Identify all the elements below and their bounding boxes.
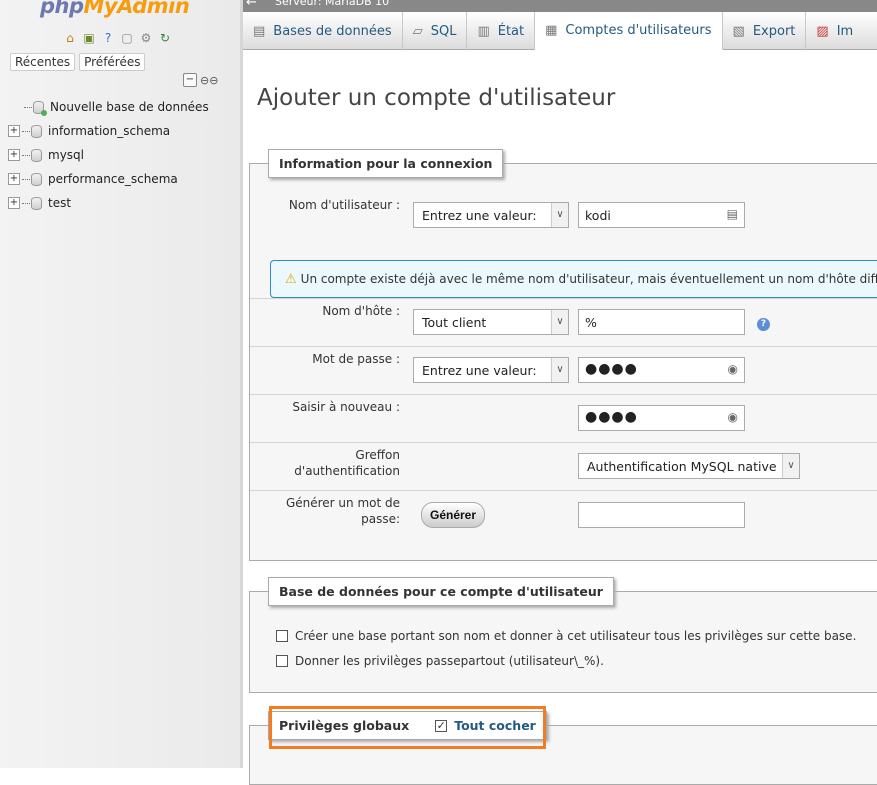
database-legend: Base de données pour ce compte d'utilisa… — [268, 577, 614, 606]
wildcard-privileges-checkbox[interactable] — [276, 655, 288, 667]
main-content: Ajouter un compte d'utilisateur Informat… — [243, 51, 877, 785]
username-exists-notice: ⚠ Un compte existe déjà avec le même nom … — [270, 260, 877, 298]
link-icon[interactable]: ⊖⊖ — [200, 74, 218, 87]
database-icon: ▤ — [253, 23, 266, 39]
login-information-fieldset: Information pour la connexion Nom d'util… — [249, 149, 877, 561]
database-icon — [31, 172, 42, 186]
host-mode-select[interactable]: Tout client ∨ — [413, 309, 569, 335]
password-key-icon: ◉ — [727, 362, 738, 376]
generated-password-input[interactable] — [578, 502, 745, 528]
tree-item-new-database[interactable]: Nouvelle base de données — [8, 95, 238, 119]
host-row: Nom d'hôte : Tout client ∨ % ? — [250, 298, 877, 346]
database-icon — [31, 124, 42, 138]
global-privileges-fieldset: Privilèges globaux ✓ Tout cocher — [249, 711, 877, 785]
server-label[interactable]: Serveur: MariaDB 10 — [275, 0, 389, 8]
expand-icon[interactable]: + — [8, 197, 20, 209]
auth-plugin-row: Greffon d'authentification Authentificati… — [250, 442, 877, 490]
username-mode-select[interactable]: Entrez une valeur: ∨ — [413, 202, 569, 228]
home-icon[interactable]: ⌂ — [62, 30, 78, 46]
page-title: Ajouter un compte d'utilisateur — [257, 85, 616, 111]
tree-item-label[interactable]: mysql — [48, 148, 84, 162]
tab-sql[interactable]: ▱ SQL — [403, 12, 468, 50]
logout-icon[interactable]: ▣ — [81, 30, 97, 46]
tree-controls: − ⊖⊖ — [183, 73, 218, 87]
auth-plugin-select[interactable]: Authentification MySQL native ∨ — [578, 453, 800, 479]
chevron-down-icon: ∨ — [782, 454, 799, 478]
tree-item-information-schema[interactable]: + information_schema — [8, 119, 238, 143]
check-all-checkbox[interactable]: ✓ — [435, 719, 448, 732]
nav-tabs: Récentes Préférées — [10, 53, 146, 71]
nav-icon-bar: ⌂ ▣ ? ▢ ⚙ ↻ — [62, 30, 173, 46]
database-icon — [31, 196, 42, 210]
database-tree: Nouvelle base de données + information_s… — [8, 95, 238, 215]
create-database-checkbox[interactable] — [276, 630, 288, 642]
docs-icon[interactable]: ▢ — [119, 30, 135, 46]
import-icon: ▨ — [816, 23, 829, 39]
host-input[interactable]: % — [578, 309, 745, 335]
navigation-panel: phpMyAdmin ⌂ ▣ ? ▢ ⚙ ↻ Récentes Préférée… — [0, 0, 242, 768]
tab-export[interactable]: ▧ Export — [723, 12, 807, 50]
password-key-icon: ◉ — [727, 410, 738, 424]
username-label: Nom d'utilisateur : — [288, 198, 400, 212]
generate-password-label: Générer un mot de passe: — [285, 496, 400, 526]
expand-icon[interactable]: + — [8, 125, 20, 137]
sql-icon: ▱ — [412, 23, 423, 39]
tree-item-test[interactable]: + test — [8, 191, 238, 215]
tree-item-label[interactable]: performance_schema — [48, 172, 178, 186]
help-icon[interactable]: ? — [100, 30, 116, 46]
password-row: Mot de passe : Entrez une valeur: ∨ ●●●●… — [250, 346, 877, 394]
chevron-down-icon: ∨ — [551, 203, 568, 227]
tree-item-performance-schema[interactable]: + performance_schema — [8, 167, 238, 191]
tree-item-label[interactable]: information_schema — [48, 124, 170, 138]
retype-label: Saisir à nouveau : — [292, 400, 400, 414]
chevron-down-icon: ∨ — [551, 358, 568, 382]
settings-icon[interactable]: ⚙ — [138, 30, 154, 46]
new-database-icon — [33, 100, 47, 116]
wildcard-privileges-option[interactable]: Donner les privilèges passepartout (util… — [276, 654, 604, 668]
tab-user-accounts[interactable]: ▦ Comptes d'utilisateurs — [535, 12, 723, 50]
check-all-label[interactable]: Tout cocher — [454, 718, 536, 733]
status-icon: ▥ — [477, 23, 490, 39]
global-privileges-legend: Privilèges globaux ✓ Tout cocher — [268, 711, 547, 740]
create-database-option[interactable]: Créer une base portant son nom et donner… — [276, 629, 856, 643]
expand-icon[interactable]: + — [8, 149, 20, 161]
password-mode-select[interactable]: Entrez une valeur: ∨ — [413, 357, 569, 383]
recent-tab[interactable]: Récentes — [10, 53, 76, 71]
tab-status[interactable]: ▥ État — [467, 12, 536, 50]
expand-icon[interactable]: + — [8, 173, 20, 185]
tab-databases[interactable]: ▤ Bases de données — [243, 12, 403, 50]
username-input[interactable]: kodi ▤ — [578, 202, 745, 228]
export-icon: ▧ — [732, 23, 745, 39]
password-label: Mot de passe : — [312, 352, 400, 366]
back-arrow-icon[interactable]: ← — [246, 0, 257, 10]
auth-plugin-label: Greffon d'authentification — [294, 448, 400, 478]
top-menu: ▤ Bases de données ▱ SQL ▥ État ▦ Compte… — [243, 12, 877, 50]
tree-item-label[interactable]: Nouvelle base de données — [50, 100, 209, 114]
tree-item-label[interactable]: test — [48, 196, 71, 210]
retype-password-input[interactable]: ●●●● ◉ — [578, 405, 745, 431]
retype-row: Saisir à nouveau : ●●●● ◉ — [250, 394, 877, 442]
help-icon[interactable]: ? — [757, 318, 770, 331]
generate-button[interactable]: Générer — [421, 502, 486, 528]
password-input[interactable]: ●●●● ◉ — [578, 357, 745, 383]
phpmyadmin-logo[interactable]: phpMyAdmin — [40, 0, 190, 18]
users-icon: ▦ — [545, 23, 558, 38]
chevron-down-icon: ∨ — [551, 310, 568, 334]
warning-icon: ⚠ — [285, 272, 297, 287]
host-label: Nom d'hôte : — [322, 304, 400, 318]
database-icon — [31, 148, 42, 162]
server-breadcrumb: ← Serveur: MariaDB 10 — [243, 0, 877, 12]
reload-icon[interactable]: ↻ — [157, 30, 173, 46]
collapse-all-icon[interactable]: − — [183, 73, 197, 87]
username-row: Nom d'utilisateur : Entrez une valeur: ∨… — [250, 164, 877, 249]
tree-item-mysql[interactable]: + mysql — [8, 143, 238, 167]
favorites-tab[interactable]: Préférées — [79, 53, 146, 71]
tab-import[interactable]: ▨ Im — [806, 12, 863, 50]
database-fieldset: Base de données pour ce compte d'utilisa… — [249, 577, 877, 693]
generate-password-row: Générer un mot de passe: Générer — [250, 490, 877, 550]
user-card-icon: ▤ — [726, 207, 738, 221]
